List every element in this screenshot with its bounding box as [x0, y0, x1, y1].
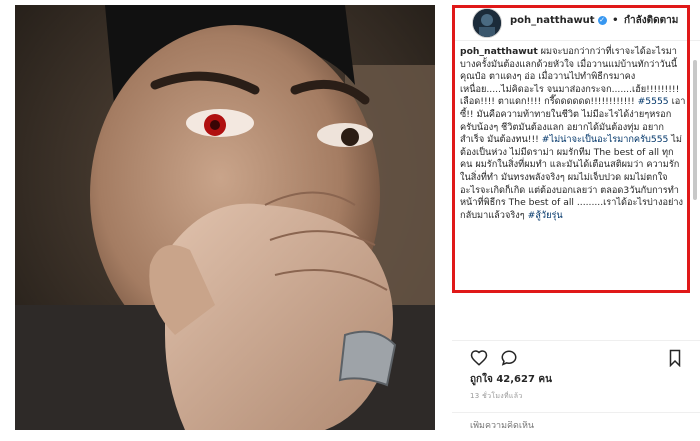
caption-text: ไม่ต้องเป็นห่วง ไม่มีดราม่า ผมรักทีม The… — [460, 134, 684, 221]
username-link[interactable]: poh_natthawut — [510, 15, 595, 26]
avatar[interactable] — [472, 8, 502, 38]
following-button[interactable]: กำลังติดตาม — [624, 15, 678, 26]
post-author: poh_natthawut ✓ • กำลังติดตาม — [510, 13, 678, 28]
bookmark-icon[interactable] — [666, 349, 684, 367]
likes-count[interactable]: ถูกใจ 42,627 คน — [470, 372, 552, 387]
comment-bar — [452, 412, 700, 441]
post-photo-image — [15, 5, 435, 430]
comment-input[interactable] — [470, 421, 670, 431]
heart-icon[interactable] — [470, 349, 488, 367]
separator-dot: • — [612, 15, 619, 26]
post-actions — [452, 340, 700, 371]
caption-scrollbar[interactable] — [693, 60, 697, 200]
verified-badge-icon: ✓ — [597, 15, 607, 25]
post-caption: poh_natthawut ผมจะบอกว่ากว่าที่เราจะได้อ… — [460, 46, 686, 222]
hashtag-link[interactable]: #สู้วัยรุ่น — [528, 210, 563, 221]
post-header: poh_natthawut ✓ • กำลังติดตาม — [452, 0, 700, 41]
post-timestamp[interactable]: 13 ชั่วโมงที่แล้ว — [470, 391, 523, 402]
caption-username-link[interactable]: poh_natthawut — [460, 46, 538, 57]
hashtag-link[interactable]: #ไม่น่าจะเป็นอะไรมากครับ555 — [542, 134, 669, 145]
avatar-image — [473, 9, 501, 37]
hashtag-link[interactable]: #5555 — [638, 96, 669, 107]
post-detail-panel: poh_natthawut ✓ • กำลังติดตาม poh_natthaw… — [452, 0, 700, 440]
comment-bubble-icon[interactable] — [500, 349, 518, 367]
post-photo[interactable] — [15, 5, 435, 430]
